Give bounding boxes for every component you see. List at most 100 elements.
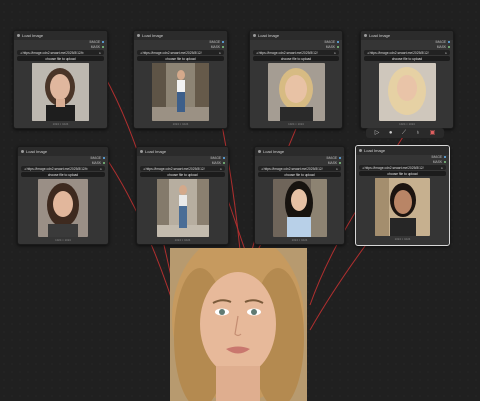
arrow-left-icon[interactable]: ◂: [261, 167, 263, 171]
output-mask[interactable]: MASK: [137, 161, 228, 166]
collapse-dot-icon[interactable]: [140, 150, 143, 153]
image-select[interactable]: ◂ https://image.cdn2.seaart.me/2025/8/12/…: [17, 50, 104, 55]
load-image-node[interactable]: Load Image#65 IMAGE MASK ◂https://image.…: [13, 30, 108, 129]
node-header[interactable]: Load Image: [18, 147, 108, 156]
mask-socket-icon[interactable]: [101, 45, 104, 48]
node-toolbar: ▷ ● ⟋ ♁ ▣: [366, 128, 444, 138]
image-select[interactable]: ◂ https://image.cdn2.seaart.me/2025/8/12/…: [359, 165, 446, 170]
play-icon[interactable]: ▷: [375, 130, 380, 136]
output-mask[interactable]: MASK: [134, 45, 227, 50]
street-photo: [152, 63, 209, 121]
image-socket-icon[interactable]: [102, 157, 105, 160]
collapse-dot-icon[interactable]: [258, 150, 261, 153]
upload-button[interactable]: choose file to upload: [364, 56, 450, 61]
mask-socket-icon[interactable]: [338, 161, 341, 164]
node-header[interactable]: Load Image#65: [14, 31, 107, 40]
image-preview: [152, 63, 209, 121]
mask-socket-icon[interactable]: [336, 45, 339, 48]
image-socket-icon[interactable]: [443, 156, 446, 159]
arrow-left-icon[interactable]: ◂: [143, 167, 145, 171]
node-title: Load Image: [142, 33, 164, 38]
arrow-right-icon[interactable]: ▸: [334, 51, 336, 55]
arrow-right-icon[interactable]: ▸: [441, 166, 443, 170]
upload-button[interactable]: choose file to upload: [21, 172, 105, 177]
output-mask[interactable]: MASK: [250, 45, 342, 50]
collapse-dot-icon[interactable]: [364, 34, 367, 37]
upload-button[interactable]: choose file to upload: [253, 56, 339, 61]
circle-icon[interactable]: ●: [389, 130, 393, 136]
arrow-right-icon[interactable]: ▸: [219, 51, 221, 55]
image-socket-icon[interactable]: [101, 41, 104, 44]
upload-button[interactable]: choose file to upload: [258, 172, 341, 177]
collapse-dot-icon[interactable]: [359, 149, 362, 152]
mask-socket-icon[interactable]: [443, 160, 446, 163]
load-image-node[interactable]: Load Image IMAGE MASK ◂ https://image.cdn…: [136, 146, 229, 245]
output-mask[interactable]: MASK: [361, 45, 453, 50]
output-mask[interactable]: MASK: [18, 161, 108, 166]
image-select[interactable]: ◂ https://image.cdn2.seaart.me/2025/8/12/…: [140, 166, 225, 171]
image-socket-icon[interactable]: [221, 41, 224, 44]
node-title: Load Image: [145, 149, 167, 154]
collapse-dot-icon[interactable]: [137, 34, 140, 37]
node-header[interactable]: Load Image: [250, 31, 342, 40]
load-image-node[interactable]: Load Image IMAGE MASK ◂ https://image.cdn…: [17, 146, 109, 245]
mask-socket-icon[interactable]: [221, 45, 224, 48]
image-size: 1024 × 1024: [394, 237, 411, 241]
arrow-right-icon[interactable]: ▸: [99, 51, 101, 55]
mask-socket-icon[interactable]: [447, 45, 450, 48]
portrait-photo: [272, 179, 327, 237]
image-socket-icon[interactable]: [222, 157, 225, 160]
arrow-left-icon[interactable]: ◂: [362, 166, 364, 170]
trash-icon[interactable]: ▣: [430, 130, 436, 136]
arrow-left-icon[interactable]: ◂: [256, 51, 258, 55]
node-header[interactable]: Load Image: [361, 31, 453, 40]
image-socket-icon[interactable]: [336, 41, 339, 44]
collapse-dot-icon[interactable]: [21, 150, 24, 153]
load-image-node[interactable]: Load Image IMAGE MASK ◂ https://image.cdn…: [133, 30, 228, 129]
upload-button[interactable]: choose file to upload: [17, 56, 104, 61]
image-socket-icon[interactable]: [338, 157, 341, 160]
portrait-photo: [38, 179, 88, 237]
arrow-right-icon[interactable]: ▸: [336, 167, 338, 171]
load-image-node[interactable]: Load Image IMAGE MASK ◂ https://image.cdn…: [254, 146, 345, 245]
mask-socket-icon[interactable]: [102, 161, 105, 164]
arrow-left-icon[interactable]: ◂: [24, 167, 26, 171]
output-image-preview: [170, 248, 307, 401]
image-socket-icon[interactable]: [447, 41, 450, 44]
image-select[interactable]: ◂ https://image.cdn2.seaart.me/2025/8/12/…: [364, 50, 450, 55]
node-header[interactable]: Load Image: [255, 147, 344, 156]
arrow-left-icon[interactable]: ◂: [20, 51, 22, 55]
node-header[interactable]: Load Image: [134, 31, 227, 40]
image-select[interactable]: ◂ https://image.cdn2.seaart.me/2025/8/12/…: [21, 166, 105, 171]
image-select[interactable]: ◂ https://image.cdn2.seaart.me/2025/8/12/…: [258, 166, 341, 171]
load-image-node[interactable]: Load Image IMAGE MASK ◂ https://image.cdn…: [249, 30, 343, 129]
output-mask[interactable]: MASK: [255, 161, 344, 166]
image-size: 1024 × 1024: [291, 238, 308, 242]
load-image-node[interactable]: Load Image IMAGE MASK ◂ https://image.cdn…: [360, 30, 454, 129]
output-mask[interactable]: MASK: [356, 160, 449, 165]
node-header[interactable]: Load Image: [356, 146, 449, 155]
node-title: Load Image: [263, 149, 285, 154]
upload-button[interactable]: choose file to upload: [359, 171, 446, 176]
lightbulb-icon[interactable]: ♁: [416, 130, 421, 136]
portrait-photo: [32, 63, 89, 121]
load-image-node-selected[interactable]: Load Image IMAGE MASK ◂ https://image.cdn…: [355, 145, 450, 246]
image-select[interactable]: ◂ https://image.cdn2.seaart.me/2025/8/12/…: [137, 50, 224, 55]
wand-icon[interactable]: ⟋: [402, 130, 406, 136]
street-photo: [156, 179, 209, 237]
collapse-dot-icon[interactable]: [253, 34, 256, 37]
collapse-dot-icon[interactable]: [17, 34, 20, 37]
arrow-left-icon[interactable]: ◂: [140, 51, 142, 55]
arrow-right-icon[interactable]: ▸: [220, 167, 222, 171]
image-select[interactable]: ◂ https://image.cdn2.seaart.me/2025/8/12/…: [253, 50, 339, 55]
portrait-photo: [267, 63, 325, 121]
arrow-right-icon[interactable]: ▸: [100, 167, 102, 171]
arrow-left-icon[interactable]: ◂: [367, 51, 369, 55]
upload-button[interactable]: choose file to upload: [137, 56, 224, 61]
workflow-canvas[interactable]: Load Image#65 IMAGE MASK ◂https://image.…: [0, 0, 480, 401]
output-mask[interactable]: MASK: [14, 45, 107, 50]
node-header[interactable]: Load Image: [137, 147, 228, 156]
upload-button[interactable]: choose file to upload: [140, 172, 225, 177]
mask-socket-icon[interactable]: [222, 161, 225, 164]
arrow-right-icon[interactable]: ▸: [445, 51, 447, 55]
